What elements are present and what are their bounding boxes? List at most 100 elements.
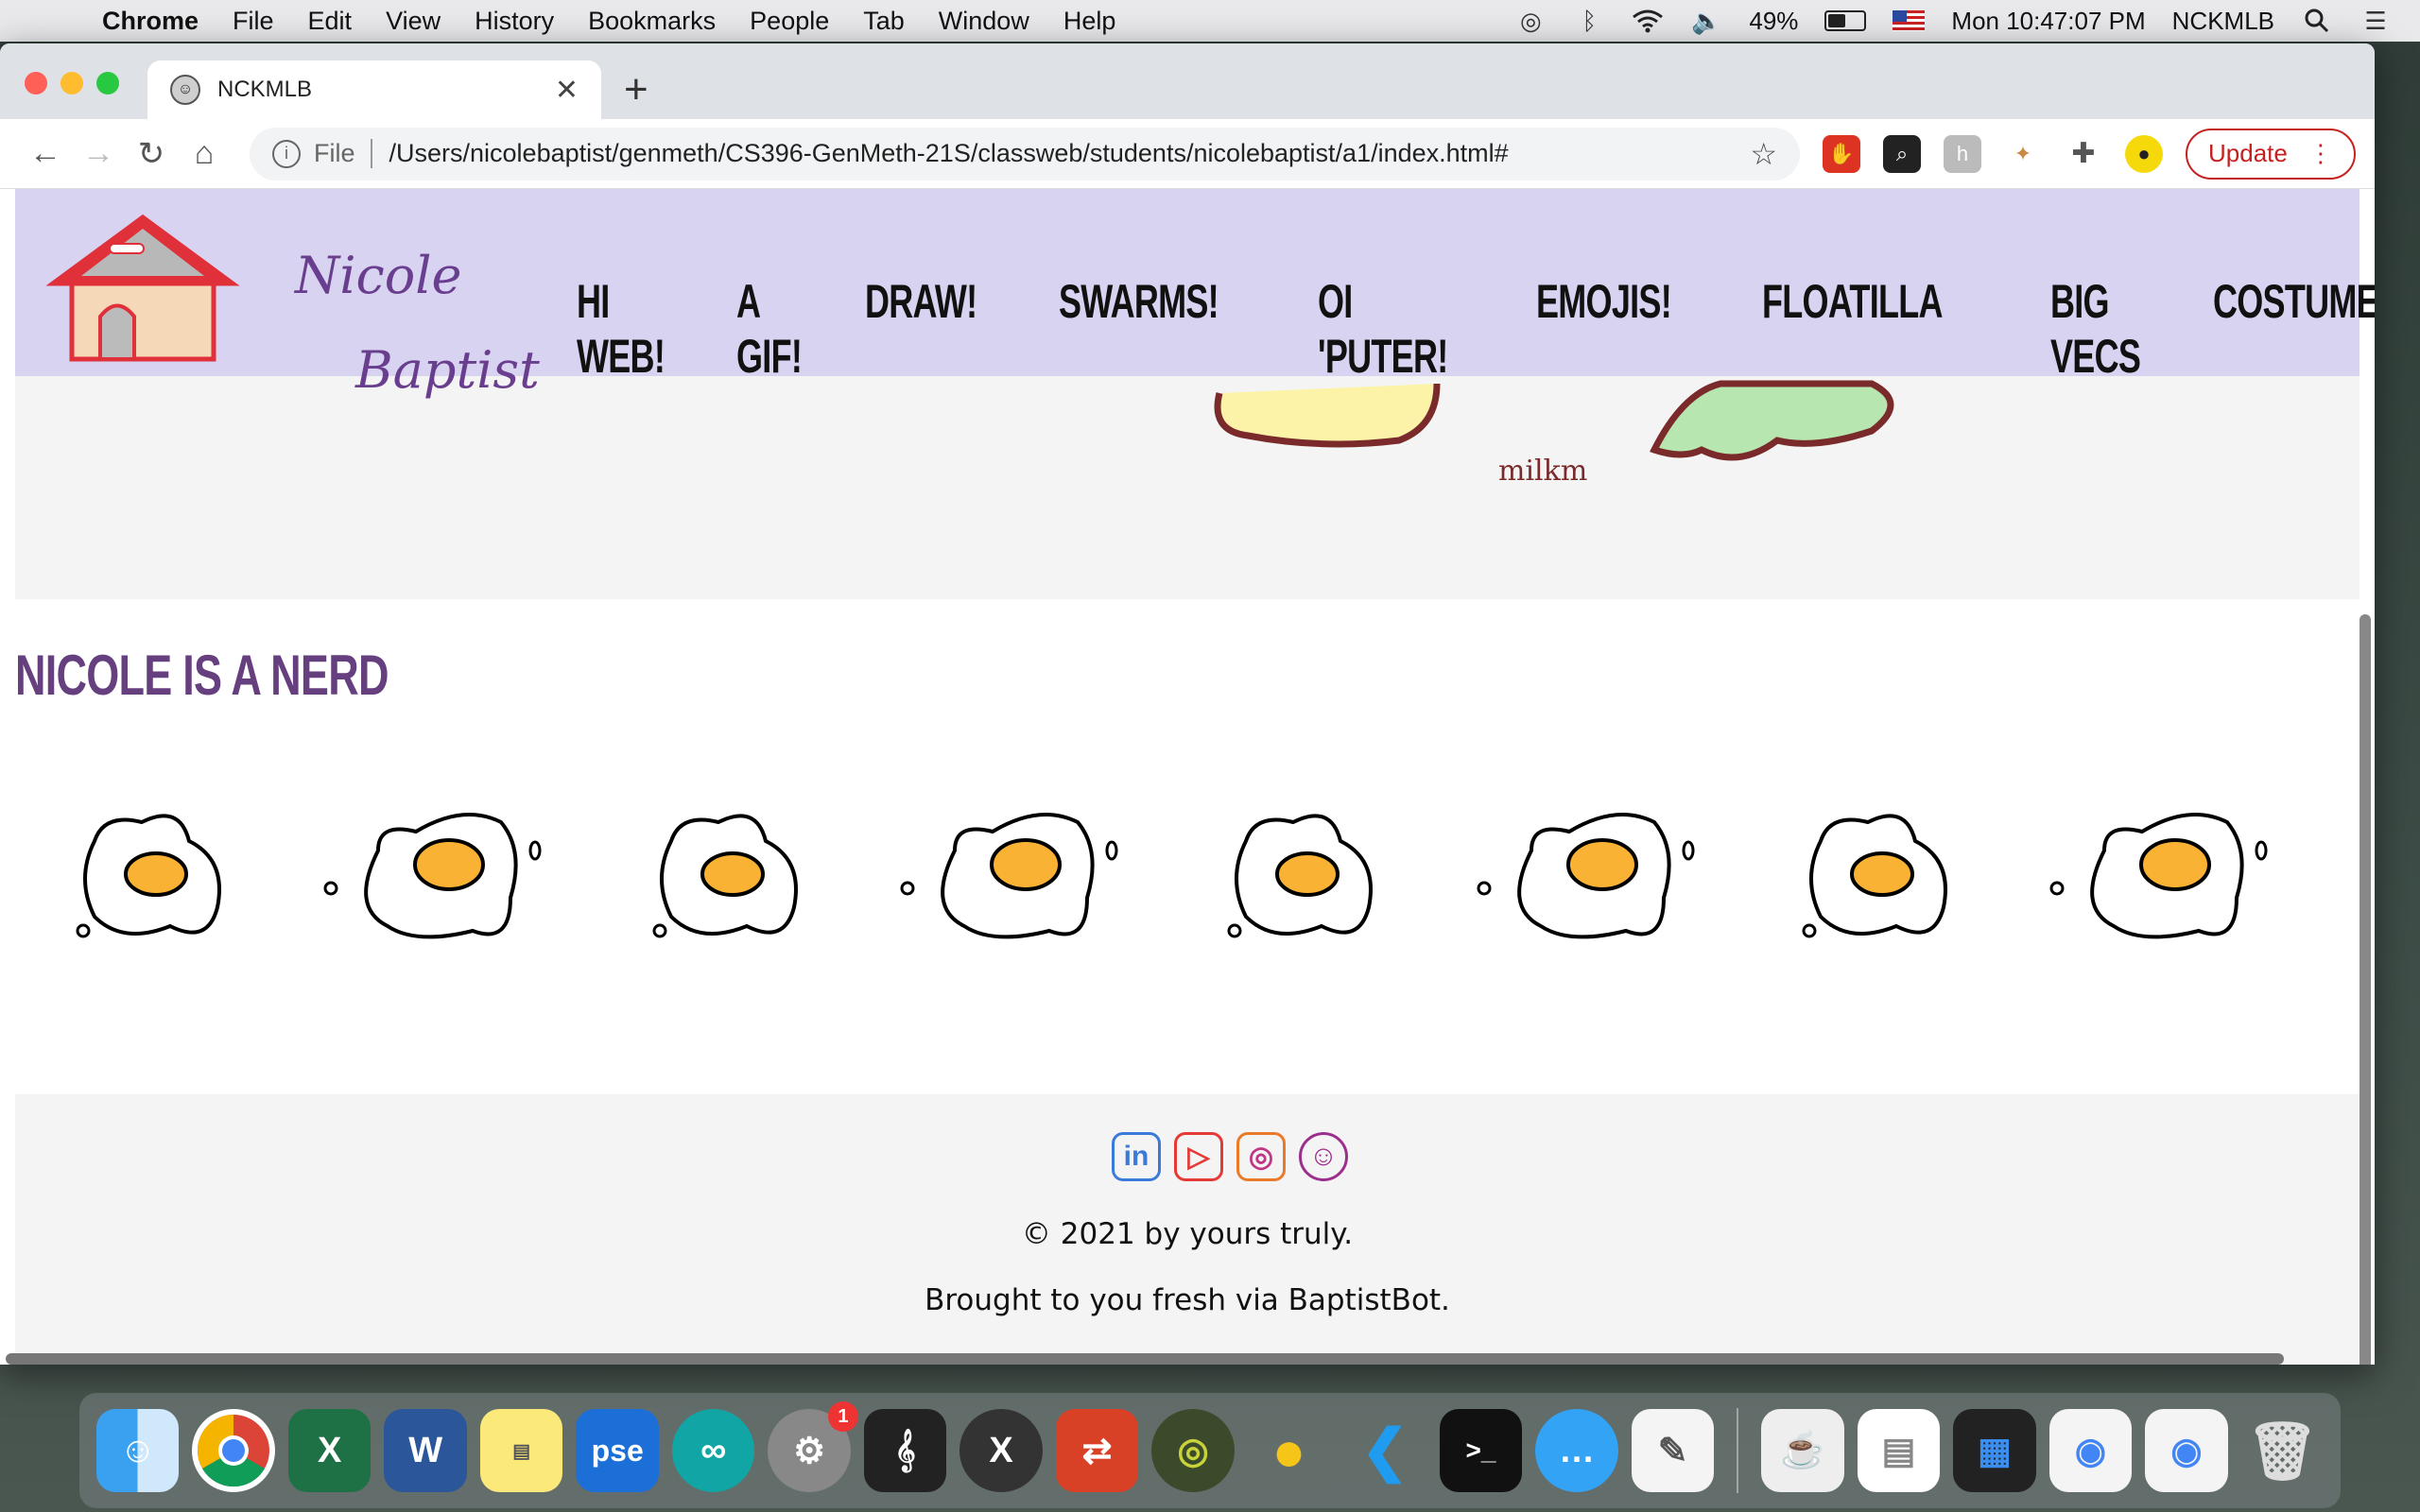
close-window-button[interactable] [25, 72, 47, 94]
address-bar[interactable]: i File /Users/nicolebaptist/genmeth/CS39… [250, 127, 1800, 180]
social-links: in ▷ ◎ ☺ [1112, 1132, 1348, 1181]
fried-egg-icon [1477, 813, 1695, 939]
reload-icon[interactable]: ↻ [125, 135, 178, 173]
piano-icon[interactable]: 𝄞 [863, 1409, 947, 1492]
menu-history[interactable]: History [475, 7, 554, 36]
fried-egg-icon [76, 814, 221, 938]
h-extension-icon[interactable]: h [1944, 134, 1981, 173]
menu-people[interactable]: People [750, 7, 829, 36]
tab-title: NCKMLB [217, 77, 313, 102]
chrome-window-icon[interactable]: ◉ [2048, 1409, 2133, 1492]
home-icon[interactable]: ⌂ [178, 135, 231, 172]
close-tab-icon[interactable]: ✕ [555, 74, 579, 107]
nav-swarms[interactable]: SWARMS! [1059, 274, 1219, 384]
menu-tab[interactable]: Tab [863, 7, 905, 36]
spiral-icon[interactable]: ◎ [1514, 7, 1547, 35]
fried-egg-icon [323, 813, 542, 939]
brand-first-name[interactable]: Nicole [295, 246, 462, 305]
adblock-extension-icon[interactable]: ✋ [1823, 134, 1860, 173]
document-icon[interactable]: ▤ [1857, 1409, 1941, 1492]
nav-oi-puter[interactable]: OI 'PUTER! [1318, 274, 1448, 384]
url-text[interactable]: /Users/nicolebaptist/genmeth/CS396-GenMe… [389, 139, 1509, 168]
back-icon[interactable]: ← [19, 135, 72, 172]
linkedin-icon[interactable]: in [1112, 1132, 1161, 1181]
menu-window[interactable]: Window [939, 7, 1029, 36]
party-extension-icon[interactable]: ✦ [2004, 135, 2042, 173]
fried-egg-icon [652, 814, 798, 938]
zoom-window-button[interactable] [96, 72, 119, 94]
menubar-user[interactable]: NCKMLB [2172, 7, 2274, 36]
instagram-icon[interactable]: ◎ [1236, 1132, 1286, 1181]
tab-nckmlb[interactable]: ☺ NCKMLB ✕ [147, 60, 601, 119]
site-info-icon[interactable]: i [272, 139, 301, 168]
doghouse-logo[interactable] [43, 208, 242, 369]
extensions-puzzle-icon[interactable]: ✚ [2065, 135, 2102, 173]
menu-view[interactable]: View [386, 7, 441, 36]
screen-icon[interactable]: ▦ [1953, 1409, 2036, 1492]
arduino-icon[interactable]: ∞ [671, 1409, 755, 1492]
footer-tagline: Brought to you fresh via BaptistBot. [925, 1283, 1450, 1317]
nav-costumes[interactable]: COSTUMES! [2213, 274, 2375, 384]
vscode-icon[interactable]: ❮ [1343, 1409, 1426, 1492]
jar-icon[interactable]: ☕ [1761, 1409, 1844, 1492]
battery-icon[interactable] [1824, 10, 1867, 31]
github-icon[interactable]: ☺ [1299, 1132, 1348, 1181]
profile-avatar[interactable]: ● [2125, 134, 2163, 173]
milk-label: milkm [1498, 455, 1587, 488]
url-scheme: File [314, 139, 372, 168]
menu-edit[interactable]: Edit [308, 7, 353, 36]
page-viewport: milkm Nicole Baptist HI WEB! A GIF! DRAW… [0, 189, 2375, 1365]
menubar-clock[interactable]: Mon 10:47:07 PM [1951, 7, 2145, 36]
nav-floatilla[interactable]: FLOATILLA [1762, 274, 1944, 384]
notification-center-icon[interactable]: ☰ [2360, 7, 2392, 35]
dock: ☺ X W ▤ pse ∞ ⚙ 1 𝄞 X ⇄ ◎ ● ❮ >_ … ✎ ☕ ▤ … [79, 1393, 2341, 1508]
bookmark-star-icon[interactable]: ☆ [1750, 136, 1777, 172]
more-menu-icon[interactable]: ⋮ [2308, 139, 2333, 168]
hero-illustration-partial: milkm [1214, 380, 1894, 488]
nav-big-vecs[interactable]: BIG VECS [2050, 274, 2141, 384]
stickies-icon[interactable]: ▤ [479, 1409, 563, 1492]
radar-icon[interactable]: ◎ [1151, 1409, 1235, 1492]
system-preferences-icon[interactable]: ⚙ 1 [768, 1401, 858, 1492]
remote-desktop-icon[interactable]: ⇄ [1055, 1409, 1139, 1492]
chrome-icon[interactable] [192, 1409, 275, 1492]
wifi-icon[interactable] [1632, 7, 1664, 35]
cyberduck-icon[interactable]: ● [1248, 1409, 1330, 1492]
menu-bookmarks[interactable]: Bookmarks [588, 7, 716, 36]
excel-icon[interactable]: X [287, 1409, 372, 1492]
nav-emojis[interactable]: EMOJIS! [1536, 274, 1672, 384]
menu-app-name[interactable]: Chrome [102, 7, 199, 36]
spotlight-search-icon[interactable] [2301, 7, 2333, 35]
nav-a-gif[interactable]: A GIF! [736, 274, 803, 384]
minimize-window-button[interactable] [60, 72, 83, 94]
messages-icon[interactable]: … [1535, 1409, 1618, 1492]
input-source-flag-icon[interactable] [1893, 10, 1926, 31]
update-button[interactable]: Update ⋮ [2186, 128, 2356, 180]
finder-icon[interactable]: ☺ [96, 1409, 180, 1492]
bluetooth-icon[interactable]: ᛒ [1573, 7, 1605, 35]
nav-hi-web[interactable]: HI WEB! [577, 274, 666, 384]
x11-icon[interactable]: X [959, 1409, 1043, 1492]
volume-icon[interactable]: 🔈 [1690, 7, 1722, 35]
tab-strip: ☺ NCKMLB ✕ + [0, 43, 2375, 119]
vertical-scrollbar[interactable] [2360, 614, 2371, 1365]
terminal-icon[interactable]: >_ [1439, 1409, 1523, 1492]
youtube-icon[interactable]: ▷ [1174, 1132, 1223, 1181]
forward-icon[interactable]: → [72, 135, 125, 172]
brand-last-name[interactable]: Baptist [355, 340, 540, 400]
update-label: Update [2208, 139, 2288, 167]
word-icon[interactable]: W [384, 1409, 467, 1492]
trash-icon[interactable]: 🗑 [2241, 1409, 2324, 1492]
dock-separator [1737, 1408, 1739, 1493]
textedit-icon[interactable]: ✎ [1631, 1409, 1715, 1492]
section-title: NICOLE IS A NERD [15, 644, 389, 707]
horizontal-scrollbar[interactable] [6, 1353, 2284, 1365]
site-header: Nicole Baptist HI WEB! A GIF! DRAW! SWAR… [15, 189, 2375, 400]
new-tab-icon[interactable]: + [624, 66, 648, 113]
chrome-window-icon-2[interactable]: ◉ [2145, 1409, 2228, 1492]
zoom-extension-icon[interactable]: ⌕ [1883, 134, 1921, 173]
menu-file[interactable]: File [233, 7, 274, 36]
nav-draw[interactable]: DRAW! [865, 274, 977, 384]
menu-help[interactable]: Help [1063, 7, 1116, 36]
pse-icon[interactable]: pse [576, 1409, 659, 1492]
